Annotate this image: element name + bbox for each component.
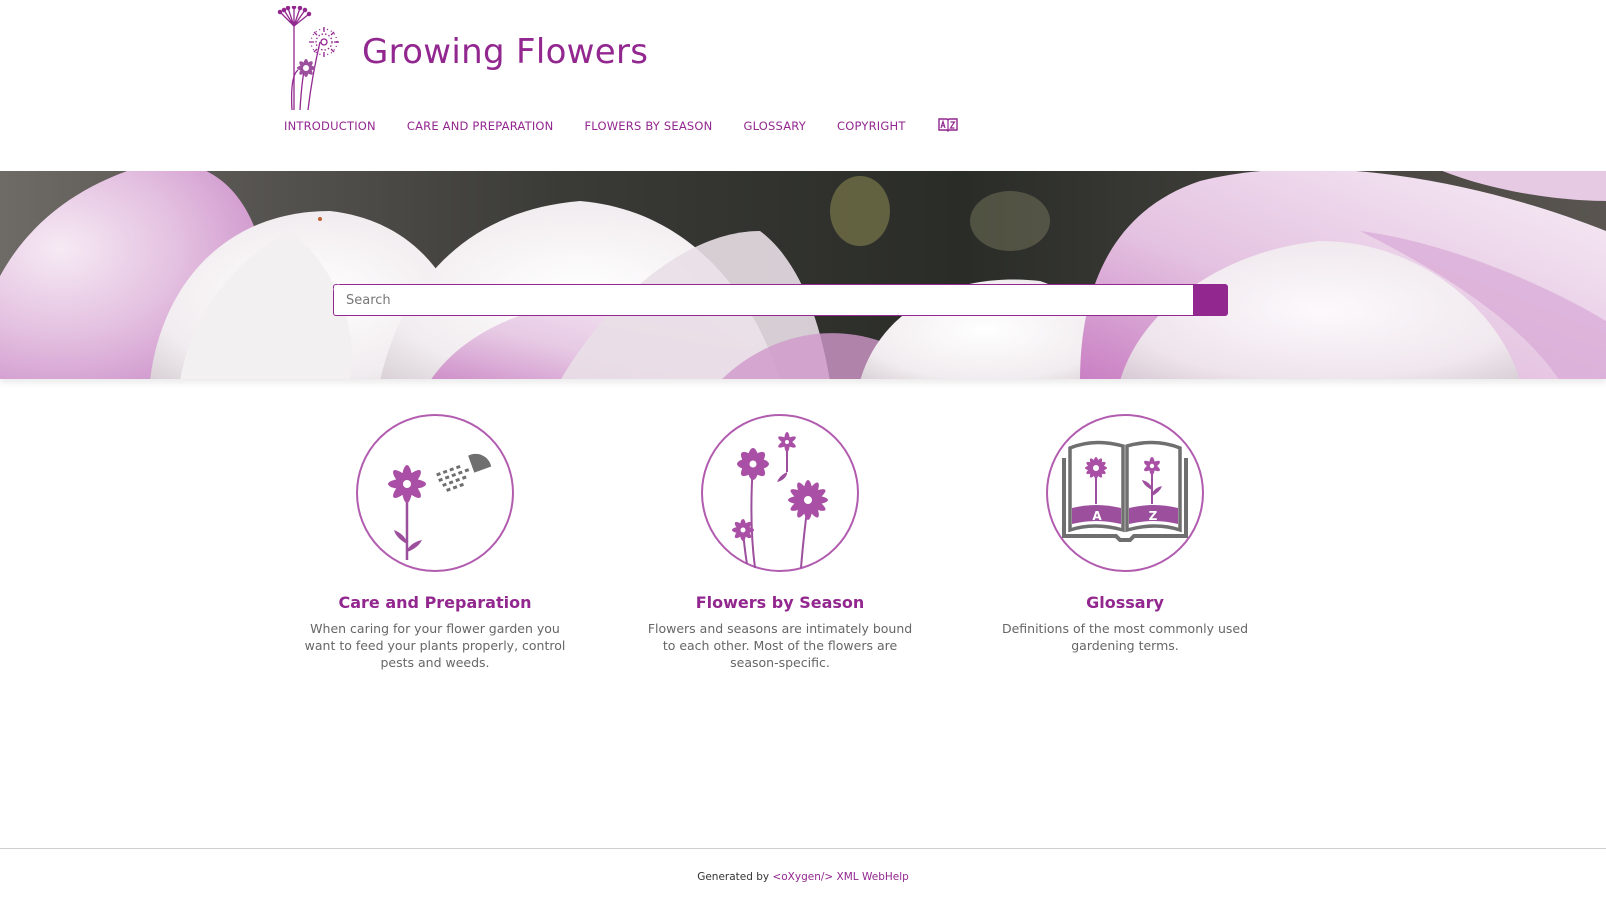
footer: Generated by <oXygen/> XML WebHelp (0, 848, 1606, 906)
header: Growing Flowers Introduction Care and Pr… (0, 0, 1606, 171)
tile-description: When caring for your flower garden you w… (304, 621, 566, 670)
tile-care-and-preparation[interactable]: Care and Preparation When caring for you… (285, 412, 585, 671)
footer-credit: Generated by <oXygen/> XML WebHelp (0, 871, 1606, 883)
nav-item-introduction[interactable]: Introduction (284, 119, 376, 133)
svg-text:A: A (1092, 509, 1102, 523)
nav-item-flowers-by-season[interactable]: Flowers by Season (584, 119, 712, 133)
tile-title[interactable]: Flowers by Season (630, 593, 930, 612)
top-navigation: Introduction Care and Preparation Flower… (284, 116, 958, 136)
generated-by-label: Generated by (697, 871, 770, 883)
search-bar (333, 284, 1228, 316)
tile-description: Definitions of the most commonly used ga… (1001, 621, 1249, 653)
hero-flower-image (0, 171, 1606, 379)
flowers-icon[interactable] (699, 412, 861, 574)
site-title[interactable]: Growing Flowers (362, 32, 648, 72)
search-button[interactable] (333, 284, 1228, 316)
nav-item-copyright[interactable]: Copyright (837, 119, 906, 133)
flower-watering-icon[interactable] (354, 412, 516, 574)
tile-description: Flowers and seasons are intimately bound… (647, 621, 913, 670)
tile-flowers-by-season[interactable]: Flowers by Season Flowers and seasons ar… (630, 412, 930, 671)
hero-banner (0, 171, 1606, 379)
oxygen-webhelp-link[interactable]: <oXygen/> XML WebHelp (772, 871, 908, 883)
book-az-icon[interactable] (937, 117, 958, 135)
svg-text:Z: Z (1149, 509, 1158, 523)
glossary-book-icon[interactable]: A Z (1044, 412, 1206, 574)
tile-title[interactable]: Glossary (975, 593, 1275, 612)
tile-title[interactable]: Care and Preparation (285, 593, 585, 612)
flower-logo-icon[interactable] (272, 6, 346, 110)
nav-item-care-and-preparation[interactable]: Care and Preparation (407, 119, 554, 133)
nav-item-glossary[interactable]: Glossary (743, 119, 806, 133)
search-input[interactable] (333, 284, 1193, 316)
search-icon (333, 284, 346, 297)
tile-glossary[interactable]: A Z Glossary Definitions of the most com… (975, 412, 1275, 654)
